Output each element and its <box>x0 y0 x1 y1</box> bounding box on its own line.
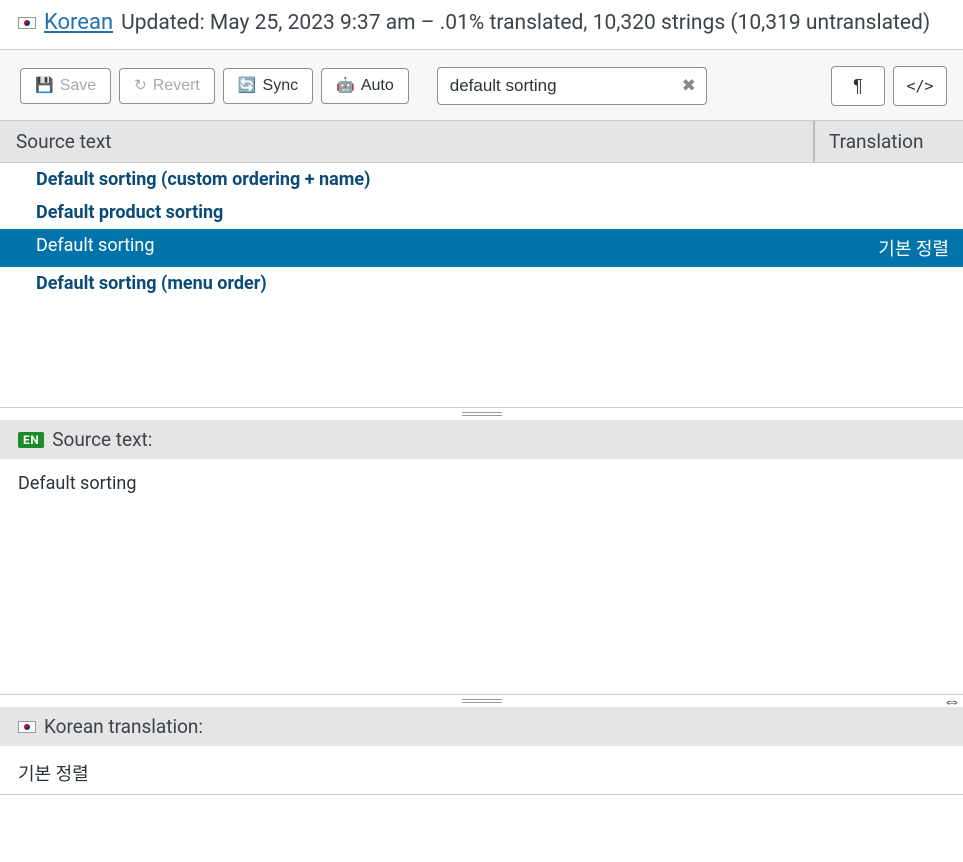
translation-input[interactable]: 기본 정렬 <box>0 746 963 794</box>
sync-button[interactable]: 🔄 Sync <box>223 68 313 103</box>
code-icon: </> <box>906 77 933 95</box>
header-meta: Updated: May 25, 2023 9:37 am – .01% tra… <box>121 11 930 35</box>
translation-cell <box>813 163 963 196</box>
translation-cell <box>813 267 963 300</box>
table-row[interactable]: Default product sorting <box>0 196 963 229</box>
sync-label: Sync <box>263 76 299 95</box>
expand-icon[interactable]: ⇔ <box>943 691 961 712</box>
source-cell: Default product sorting <box>0 196 813 229</box>
translation-panel: Korean translation: 기본 정렬 <box>0 707 963 795</box>
resize-handle-2[interactable]: ⇔ <box>0 695 963 707</box>
korean-flag-icon <box>18 17 36 29</box>
table-row[interactable]: Default sorting (custom ordering + name) <box>0 163 963 196</box>
code-view-button[interactable]: </> <box>893 66 947 106</box>
robot-icon: 🤖 <box>336 77 355 95</box>
table-row[interactable]: Default sorting (menu order) <box>0 267 963 300</box>
source-cell: Default sorting (menu order) <box>0 267 813 300</box>
korean-flag-icon <box>18 721 36 733</box>
grid-empty-space <box>0 300 963 408</box>
revert-icon: ↻ <box>134 77 147 95</box>
search-wrap: ✖ <box>437 67 707 105</box>
source-panel-text: Default sorting <box>0 459 963 694</box>
search-input[interactable] <box>437 67 707 105</box>
translation-cell: 기본 정렬 <box>813 229 963 267</box>
save-icon: 💾 <box>35 77 54 95</box>
table-row[interactable]: Default sorting기본 정렬 <box>0 229 963 267</box>
sync-icon: 🔄 <box>238 77 257 95</box>
revert-label: Revert <box>153 76 200 95</box>
en-badge: EN <box>18 432 44 448</box>
translation-cell <box>813 196 963 229</box>
source-cell: Default sorting <box>0 229 813 267</box>
pilcrow-button[interactable]: ¶ <box>831 66 885 106</box>
col-header-translation[interactable]: Translation <box>813 121 963 162</box>
source-panel-label: Source text: <box>52 428 152 451</box>
resize-handle[interactable] <box>0 408 963 420</box>
grid-body: Default sorting (custom ordering + name)… <box>0 163 963 300</box>
save-label: Save <box>60 76 96 95</box>
source-cell: Default sorting (custom ordering + name) <box>0 163 813 196</box>
language-title-link[interactable]: Korean <box>44 10 113 35</box>
clear-search-icon[interactable]: ✖ <box>679 76 699 96</box>
save-button[interactable]: 💾 Save <box>20 68 111 103</box>
source-panel: EN Source text: Default sorting <box>0 420 963 695</box>
translation-panel-label: Korean translation: <box>44 715 203 738</box>
pilcrow-icon: ¶ <box>853 76 863 97</box>
grid-header: Source text Translation <box>0 121 963 163</box>
auto-label: Auto <box>361 76 394 95</box>
revert-button[interactable]: ↻ Revert <box>119 68 215 103</box>
col-header-source[interactable]: Source text <box>0 121 813 162</box>
auto-button[interactable]: 🤖 Auto <box>321 68 409 103</box>
toolbar: 💾 Save ↻ Revert 🔄 Sync 🤖 Auto ✖ ¶ </> <box>0 49 963 121</box>
